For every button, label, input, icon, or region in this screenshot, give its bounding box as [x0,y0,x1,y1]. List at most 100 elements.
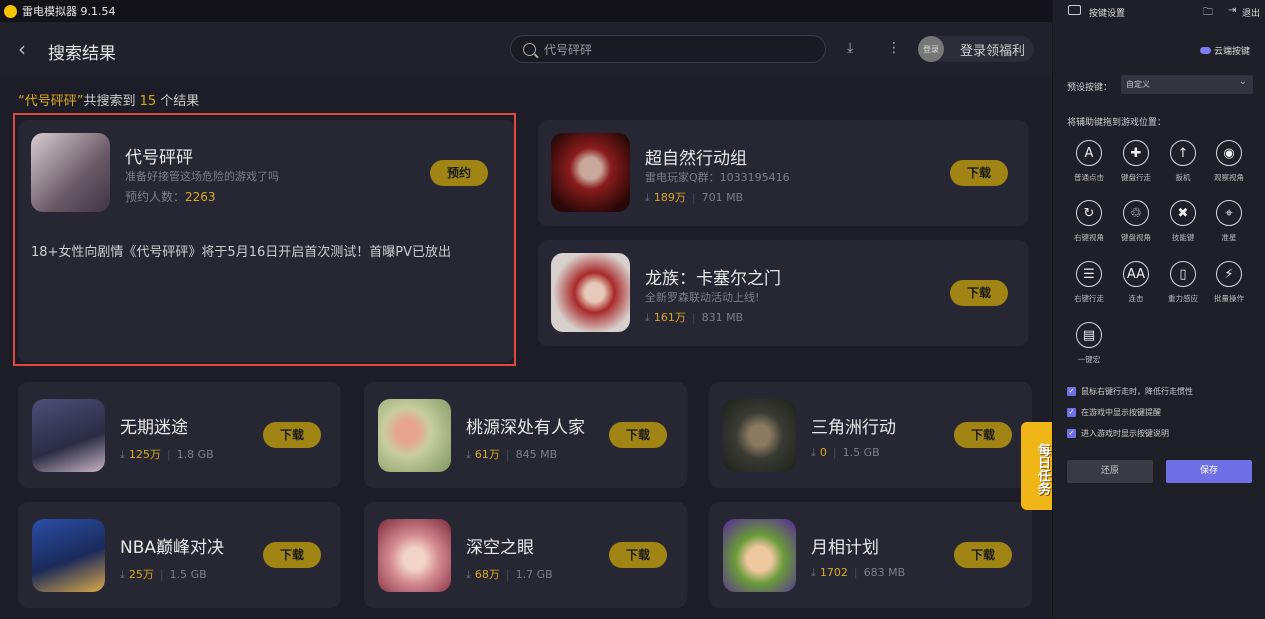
gravity-icon: ▯ [1170,261,1196,287]
right-view-icon: ↻ [1076,200,1102,226]
skill-icon: ✖ [1170,200,1196,226]
reset-button[interactable]: 还原 [1067,460,1153,483]
key-label: 键盘行走 [1121,173,1151,182]
dpad-icon: ✚ [1123,140,1149,166]
keyboard-view-icon: ♲ [1123,200,1149,226]
game-card[interactable]: 深空之眼 ⤓ 68万 | 1.7 GB 下载 [364,502,687,608]
game-name: 龙族：卡塞尔之门 [645,269,781,289]
batch-icon: ⚡ [1216,261,1242,287]
game-card[interactable]: 龙族：卡塞尔之门 全新罗森联动活动上线! ⤓ 161万 | 831 MB 下载 [538,240,1029,346]
title-bar: 雷电模拟器 9.1.54 [0,0,1052,22]
key-dpad[interactable]: ✚ 键盘行走 [1116,140,1156,183]
key-right-view[interactable]: ↻ 右键视角 [1069,200,1109,243]
more-icon[interactable]: ⋮ [887,41,901,55]
search-box[interactable] [510,35,826,63]
game-meta: ⤓ 0 | 1.5 GB [811,446,880,459]
key-label: 普通点击 [1074,173,1104,182]
key-gravity[interactable]: ▯ 重力感应 [1163,261,1203,304]
key-keyboard-view[interactable]: ♲ 键盘视角 [1116,200,1156,243]
game-card[interactable]: NBA巅峰对决 ⤓ 25万 | 1.5 GB 下载 [18,502,341,608]
selection-highlight [13,113,516,366]
game-meta: ⤓ 161万 | 831 MB [645,311,744,324]
search-input[interactable] [544,42,794,56]
game-name: 桃源深处有人家 [466,418,585,438]
game-icon [32,399,105,472]
game-meta: ⤓ 68万 | 1.7 GB [466,568,553,581]
download-button[interactable]: 下载 [950,280,1008,306]
cloud-keys-button[interactable]: 云端按键 [1200,44,1250,57]
tap-icon: A [1076,140,1102,166]
key-label: 技能键 [1171,233,1195,242]
key-label: 批量操作 [1214,294,1244,303]
daily-task-tab[interactable]: 每日任务 [1021,422,1052,510]
download-button[interactable]: 下载 [263,542,321,568]
key-combo[interactable]: AA 连击 [1116,261,1156,304]
download-button[interactable]: 下载 [263,422,321,448]
back-icon[interactable]: ‹ [18,39,26,59]
game-card[interactable]: 月相计划 ⤓ 1702 | 683 MB 下载 [709,502,1032,608]
mouse-icon: ☰ [1076,261,1102,287]
main-area: ‹ 搜索结果 ⤓ ⋮ 登录 登录领福利 “代号砰砰”共搜索到 15 个结果 代号… [0,22,1052,619]
key-mouse[interactable]: ☰ 右键行走 [1069,261,1109,304]
checkbox-icon: ✓ [1067,429,1076,438]
top-bar: ‹ 搜索结果 ⤓ ⋮ 登录 登录领福利 [0,22,1052,76]
game-name: 三角洲行动 [811,418,896,438]
key-label: 一键宏 [1077,355,1101,364]
game-card[interactable]: 桃源深处有人家 ⤓ 61万 | 845 MB 下载 [364,382,687,488]
page-title: 搜索结果 [48,44,116,64]
key-macro[interactable]: ▤ 一键宏 [1069,322,1109,365]
key-skill[interactable]: ✖ 技能键 [1163,200,1203,243]
game-icon [32,519,105,592]
game-meta: ⤓ 189万 | 701 MB [645,191,744,204]
game-card[interactable]: 无期迷途 ⤓ 125万 | 1.8 GB 下载 [18,382,341,488]
game-sub: 全新罗森联动活动上线! [645,291,760,304]
game-card[interactable]: 超自然行动组 雷电玩家Q群：1033195416 ⤓ 189万 | 701 MB 下载 [538,120,1029,226]
option-checkbox[interactable]: ✓ 在游戏中显示按键提醒 [1067,407,1161,418]
option-checkbox[interactable]: ✓ 鼠标右键行走时，降低行走惯性 [1067,386,1193,397]
download-button[interactable]: 下载 [954,542,1012,568]
option-checkbox[interactable]: ✓ 进入游戏时显示按键说明 [1067,428,1169,439]
keyboard-icon [1068,5,1081,15]
game-meta: ⤓ 25万 | 1.5 GB [120,568,207,581]
cloud-icon [1200,47,1211,54]
key-label: 准星 [1221,233,1237,242]
game-icon [551,253,630,332]
download-button[interactable]: 下载 [950,160,1008,186]
game-name: 超自然行动组 [645,149,747,169]
download-icon[interactable]: ⤓ [847,41,853,55]
game-icon [551,133,630,212]
download-button[interactable]: 下载 [609,542,667,568]
checkbox-icon: ✓ [1067,387,1076,396]
key-trigger[interactable]: ↑ 扳机 [1163,140,1203,183]
key-batch[interactable]: ⚡ 批量操作 [1209,261,1249,304]
key-label: 右键视角 [1074,233,1104,242]
key-label: 右键行走 [1074,294,1104,303]
eye-icon: ◉ [1216,140,1242,166]
exit-icon[interactable]: ⇥ [1228,5,1236,16]
game-name: 无期迷途 [120,418,188,438]
search-summary: “代号砰砰”共搜索到 15 个结果 [18,94,200,109]
game-icon [723,519,796,592]
key-eye[interactable]: ◉ 观察视角 [1209,140,1249,183]
download-button[interactable]: 下载 [954,422,1012,448]
panel-title: 按键设置 [1089,9,1126,19]
game-name: NBA巅峰对决 [120,538,225,558]
preset-select[interactable]: 自定义 [1121,72,1253,94]
game-meta: ⤓ 61万 | 845 MB [466,448,558,461]
key-label: 连击 [1128,294,1144,303]
key-tap[interactable]: A 普通点击 [1069,140,1109,183]
download-button[interactable]: 下载 [609,422,667,448]
save-button[interactable]: 保存 [1166,460,1252,483]
app-title: 雷电模拟器 9.1.54 [22,5,116,18]
game-sub: 雷电玩家Q群：1033195416 [645,171,790,184]
exit-button[interactable]: 退出 [1242,6,1260,19]
game-icon [378,519,451,592]
game-name: 月相计划 [811,538,879,558]
login-button[interactable]: 登录 登录领福利 [918,36,1034,62]
game-card[interactable]: 三角洲行动 ⤓ 0 | 1.5 GB 下载 [709,382,1032,488]
game-name: 深空之眼 [466,538,534,558]
login-label: 登录领福利 [960,43,1026,59]
folder-icon[interactable]: 🗀 [1203,5,1213,22]
key-crosshair[interactable]: ⌖ 准星 [1209,200,1249,243]
app-logo-icon [4,4,17,18]
